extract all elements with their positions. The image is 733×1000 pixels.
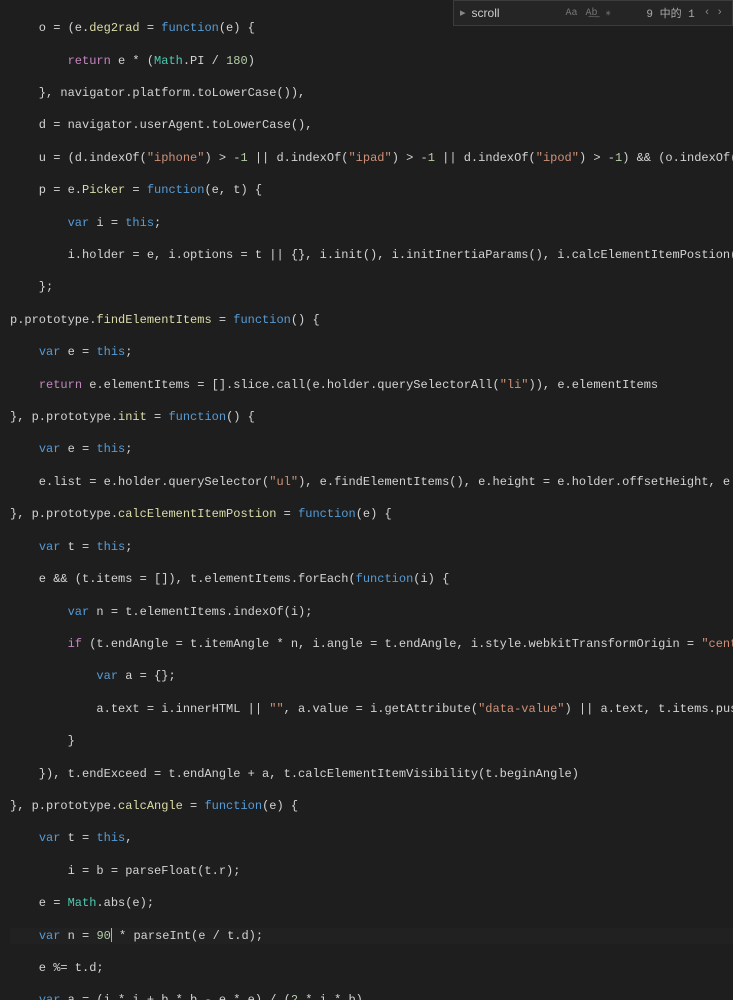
regex-toggle[interactable]: ⁎ bbox=[606, 7, 611, 19]
code-line: }, navigator.platform.toLowerCase()), bbox=[10, 85, 733, 101]
code-line: e.list = e.holder.querySelector("ul"), e… bbox=[10, 474, 733, 490]
code-line: var t = this; bbox=[10, 539, 733, 555]
code-line: var e = this; bbox=[10, 344, 733, 360]
code-line: var n = t.elementItems.indexOf(i); bbox=[10, 604, 733, 620]
code-line: return e * (Math.PI / 180) bbox=[10, 53, 733, 69]
code-line: e %= t.d; bbox=[10, 960, 733, 976]
search-input[interactable] bbox=[472, 6, 562, 20]
find-replace-bar[interactable]: ▸ Aa A͟b͟ ⁎ 9 中的 1 ‹ › bbox=[453, 0, 733, 26]
code-line: var t = this, bbox=[10, 830, 733, 846]
code-line: e = Math.abs(e); bbox=[10, 895, 733, 911]
code-line: e && (t.items = []), t.elementItems.forE… bbox=[10, 571, 733, 587]
code-line: p.prototype.findElementItems = function(… bbox=[10, 312, 733, 328]
match-count: 9 中的 1 bbox=[646, 5, 694, 21]
next-match-icon[interactable]: › bbox=[713, 7, 726, 19]
code-line: } bbox=[10, 733, 733, 749]
code-line: }; bbox=[10, 279, 733, 295]
code-line: i = b = parseFloat(t.r); bbox=[10, 863, 733, 879]
code-line: i.holder = e, i.options = t || {}, i.ini… bbox=[10, 247, 733, 263]
code-line: var i = this; bbox=[10, 215, 733, 231]
code-line: u = (d.indexOf("iphone") > -1 || d.index… bbox=[10, 150, 733, 166]
code-line: p = e.Picker = function(e, t) { bbox=[10, 182, 733, 198]
code-line: }), t.endExceed = t.endAngle + a, t.calc… bbox=[10, 766, 733, 782]
case-sensitive-toggle[interactable]: Aa bbox=[566, 8, 578, 19]
code-line: if (t.endAngle = t.itemAngle * n, i.angl… bbox=[10, 636, 733, 652]
code-line: d = navigator.userAgent.toLowerCase(), bbox=[10, 117, 733, 133]
whole-word-toggle[interactable]: A͟b͟ bbox=[586, 8, 598, 19]
code-line: var e = this; bbox=[10, 441, 733, 457]
prev-match-icon[interactable]: ‹ bbox=[701, 7, 714, 19]
code-editor[interactable]: o = (e.deg2rad = function(e) { return e … bbox=[0, 0, 733, 1000]
code-line: var a = {}; bbox=[10, 668, 733, 684]
code-line: }, p.prototype.calcAngle = function(e) { bbox=[10, 798, 733, 814]
code-line: }, p.prototype.calcElementItemPostion = … bbox=[10, 506, 733, 522]
expand-arrow-icon[interactable]: ▸ bbox=[460, 6, 466, 20]
code-line: a.text = i.innerHTML || "", a.value = i.… bbox=[10, 701, 733, 717]
code-line: var a = (i * i + b * b - e * e) / (2 * i… bbox=[10, 992, 733, 1000]
code-line-active: var n = 90 * parseInt(e / t.d); bbox=[10, 928, 733, 944]
code-line: return e.elementItems = [].slice.call(e.… bbox=[10, 377, 733, 393]
code-line: }, p.prototype.init = function() { bbox=[10, 409, 733, 425]
